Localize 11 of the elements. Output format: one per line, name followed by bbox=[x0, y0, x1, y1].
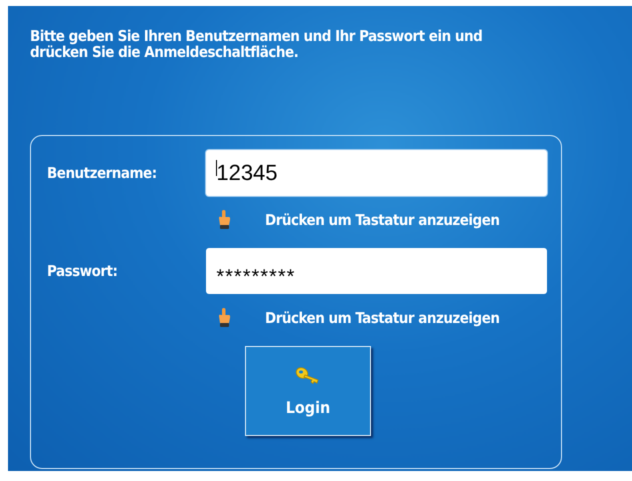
field-label: Benutzername: bbox=[47, 164, 158, 182]
input-field[interactable]: 12345 bbox=[206, 150, 547, 196]
instruction-text: Bitte geben Sie Ihren Benutzernamen und Ihr Passwort ein und drücken Sie die Anmeldeschaltfläche. bbox=[30, 28, 484, 60]
login-button[interactable]: Login bbox=[245, 346, 371, 436]
keyboard-hint[interactable]: Drücken um Tastatur anzuzeigen bbox=[265, 309, 500, 327]
key-icon bbox=[295, 366, 321, 384]
input-field[interactable]: ********* bbox=[206, 248, 547, 294]
field-label: Passwort: bbox=[47, 262, 118, 280]
pointing-hand-icon bbox=[217, 210, 231, 230]
keyboard-hint[interactable]: Drücken um Tastatur anzuzeigen bbox=[265, 211, 500, 229]
pointing-hand-icon bbox=[217, 308, 231, 328]
